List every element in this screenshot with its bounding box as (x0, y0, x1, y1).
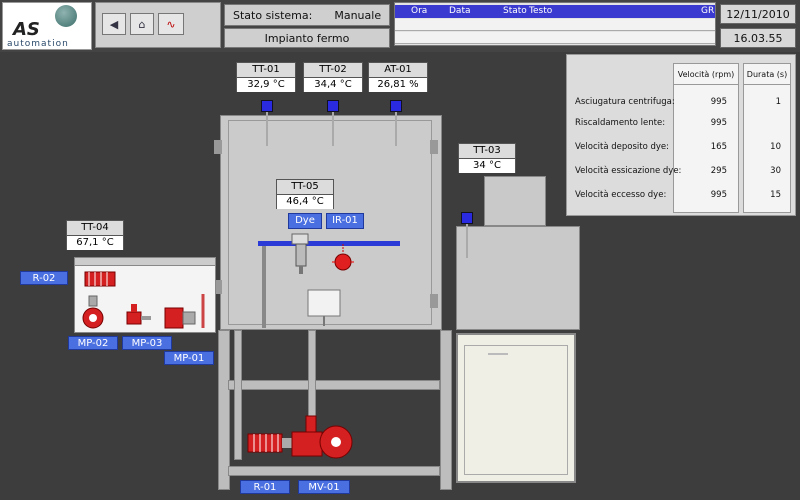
module-topbar (75, 258, 215, 266)
param-speed[interactable]: 295 (677, 166, 727, 176)
param-speed[interactable]: 995 (677, 118, 727, 128)
electrical-cabinet[interactable] (456, 333, 576, 483)
param-duration[interactable]: 30 (745, 166, 781, 176)
cabinet-door (464, 345, 568, 475)
trend-button[interactable]: ∿ (158, 13, 184, 35)
mp01-label[interactable]: MP-01 (164, 351, 214, 365)
sensor-tag-at01[interactable]: AT-01 26,81 % (368, 62, 428, 92)
main-pump-motor-icon (247, 415, 353, 459)
log-col-text: Testo (529, 6, 553, 16)
log-col-date: Data (449, 6, 471, 16)
right-chamber (456, 226, 580, 330)
temperature-sensor-icon (461, 212, 473, 224)
home-icon: ⌂ (138, 17, 146, 31)
log-col-state: Stato (503, 6, 527, 16)
date-display: 12/11/2010 (720, 4, 796, 24)
sensor-value: 34,4 °C (304, 78, 362, 92)
tank-bracket (430, 140, 438, 154)
param-label: Velocità essicazione dye: (575, 166, 682, 176)
sensor-value: 26,81 % (369, 78, 427, 92)
status-value: Manuale (334, 8, 382, 22)
sensor-value: 34 °C (459, 159, 515, 173)
sensor-name: AT-01 (369, 63, 427, 78)
dye-button[interactable]: Dye (288, 213, 322, 229)
dispenser-head-icon (291, 233, 309, 274)
brand-name: AS (13, 19, 40, 40)
param-label: Velocità deposito dye: (575, 142, 669, 152)
sensor-name: TT-02 (304, 63, 362, 78)
back-button[interactable]: ◀ (102, 13, 126, 35)
sensor-tag-tt01[interactable]: TT-01 32,9 °C (236, 62, 296, 92)
brand-subtitle: automation (7, 39, 69, 49)
drain-pipe (308, 330, 316, 420)
status-label: Stato sistema: (233, 8, 313, 22)
param-label: Asciugatura centrifuga: (575, 97, 675, 107)
time-display: 16.03.55 (720, 28, 796, 48)
dispenser-rail (258, 241, 400, 246)
param-speed[interactable]: 995 (677, 97, 727, 107)
r01-label[interactable]: R-01 (240, 480, 290, 494)
log-col-group: GR (701, 6, 715, 16)
sensor-probe (395, 112, 397, 146)
sensor-tag-tt02[interactable]: TT-02 34,4 °C (303, 62, 363, 92)
r02-label[interactable]: R-02 (20, 271, 68, 285)
system-status-panel: Stato sistema: Manuale (224, 4, 390, 26)
cabinet-handle (488, 353, 508, 355)
param-label: Riscaldamento lente: (575, 118, 666, 128)
process-parameters-panel: Velocità (rpm) Durata (s) Asciugatura ce… (566, 54, 796, 216)
trend-chart-icon: ∿ (166, 17, 176, 31)
log-col-time: Ora (411, 6, 428, 16)
frame-crossbar (228, 380, 440, 390)
back-arrow-icon: ◀ (109, 17, 119, 31)
sensor-name: TT-04 (67, 221, 123, 236)
log-row[interactable] (395, 32, 715, 44)
tank-bracket (430, 294, 438, 308)
param-duration[interactable]: 15 (745, 190, 781, 200)
mp02-label[interactable]: MP-02 (68, 336, 118, 350)
pump-group-icon (82, 271, 205, 329)
sensor-tag-tt04[interactable]: TT-04 67,1 °C (66, 220, 124, 250)
speed-header: Velocità (rpm) (673, 63, 739, 85)
mv01-label[interactable]: MV-01 (298, 480, 350, 494)
plant-status-message: Impianto fermo (264, 31, 350, 45)
ir01-button[interactable]: IR-01 (326, 213, 364, 229)
alarm-log-table[interactable]: Ora Data Stato Testo GR (394, 2, 716, 46)
log-table-header: Ora Data Stato Testo GR (395, 5, 715, 18)
plant-status-panel: Impianto fermo (224, 28, 390, 48)
sensor-tag-tt05[interactable]: TT-05 46,4 °C (276, 179, 334, 209)
param-duration[interactable]: 10 (745, 142, 781, 152)
param-duration[interactable]: 1 (745, 97, 781, 107)
support-rod (262, 246, 266, 328)
mp03-label[interactable]: MP-03 (122, 336, 172, 350)
pump-module (74, 257, 216, 333)
home-button[interactable]: ⌂ (130, 13, 154, 35)
param-speed[interactable]: 995 (677, 190, 727, 200)
sensor-value: 32,9 °C (237, 78, 295, 92)
sensor-value: 67,1 °C (67, 236, 123, 250)
sensor-probe (466, 224, 468, 258)
duration-header: Durata (s) (743, 63, 791, 85)
sensor-name: TT-05 (277, 180, 333, 195)
brand-logo: AS automation (2, 2, 92, 50)
sensor-probe (266, 112, 268, 146)
tank-bracket (214, 140, 222, 154)
sensor-tag-tt03[interactable]: TT-03 34 °C (458, 143, 516, 173)
toolbar: ◀ ⌂ ∿ (95, 2, 221, 48)
param-speed[interactable]: 165 (677, 142, 727, 152)
sensor-name: TT-01 (237, 63, 295, 78)
temperature-sensor-icon (261, 100, 273, 112)
param-label: Velocità eccesso dye: (575, 190, 667, 200)
ir-lamp-icon (332, 244, 354, 271)
sensor-probe (332, 112, 334, 146)
log-row[interactable] (395, 19, 715, 31)
globe-icon (55, 5, 77, 27)
sensor-value: 46,4 °C (277, 195, 333, 209)
upper-right-tank (484, 176, 546, 226)
temperature-sensor-icon (327, 100, 339, 112)
sensor-name: TT-03 (459, 144, 515, 159)
spinner-bowl-icon (307, 289, 341, 326)
humidity-sensor-icon (390, 100, 402, 112)
frame-leg (440, 330, 452, 490)
